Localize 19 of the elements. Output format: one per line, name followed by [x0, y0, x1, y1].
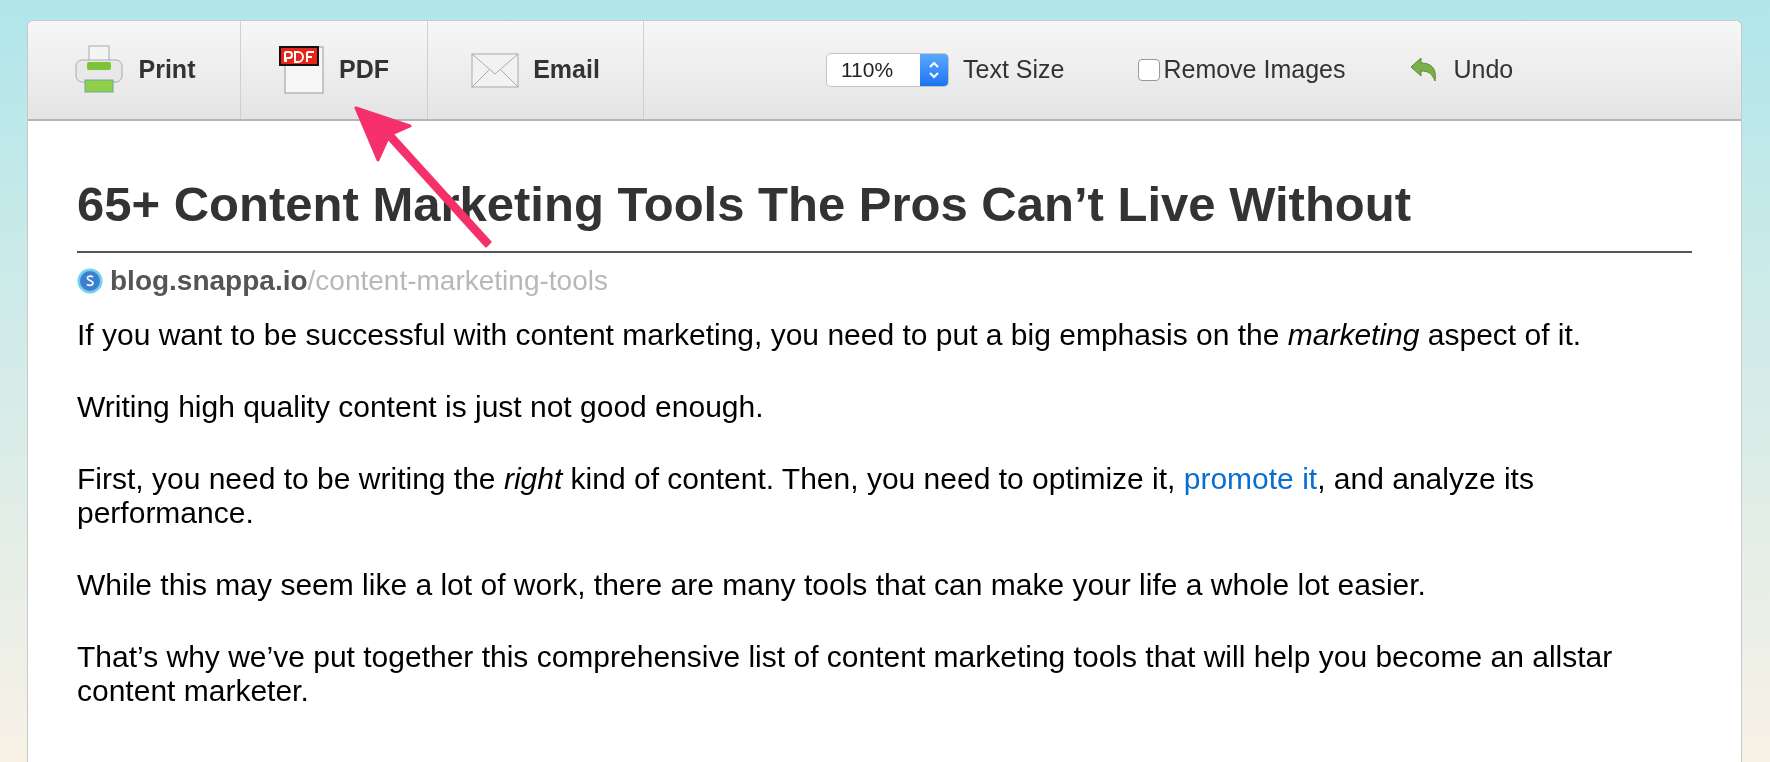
- paragraph: While this may seem like a lot of work, there are many tools that can make your life a whole lot easier.: [77, 568, 1427, 602]
- pdf-file-icon: [279, 45, 325, 95]
- print-button[interactable]: Print: [28, 21, 241, 119]
- email-button[interactable]: Email: [428, 21, 644, 119]
- site-logo-icon: [77, 268, 103, 294]
- text-size-select[interactable]: 110%: [826, 53, 949, 87]
- link[interactable]: promote it: [1183, 462, 1318, 495]
- text-size-label: Text Size: [963, 54, 1065, 86]
- printer-icon: [72, 44, 125, 96]
- paragraph: First, you need to be writing the right kind of content. Then, you need to optimize it, promote it, and analyze its performance.: [77, 462, 1535, 530]
- paragraph: Writing high quality content is just not good enough.: [77, 390, 765, 424]
- source-url[interactable]: blog.snappa.io/content-marketing-tools: [110, 265, 608, 297]
- stepper-icon[interactable]: [920, 54, 948, 86]
- paragraph: That’s why we’ve put together this comprehensive list of content marketing tools that will help you become an allstar content marketer.: [77, 640, 1614, 708]
- envelope-icon: [471, 50, 520, 90]
- undo-button[interactable]: Undo: [1409, 51, 1514, 89]
- paragraph: If you want to be successful with content marketing, you need to put a big emphasis on the marketing aspect of it.: [77, 318, 1583, 352]
- remove-images-label: Remove Images: [1163, 54, 1346, 86]
- remove-images-checkbox[interactable]: [1138, 59, 1161, 81]
